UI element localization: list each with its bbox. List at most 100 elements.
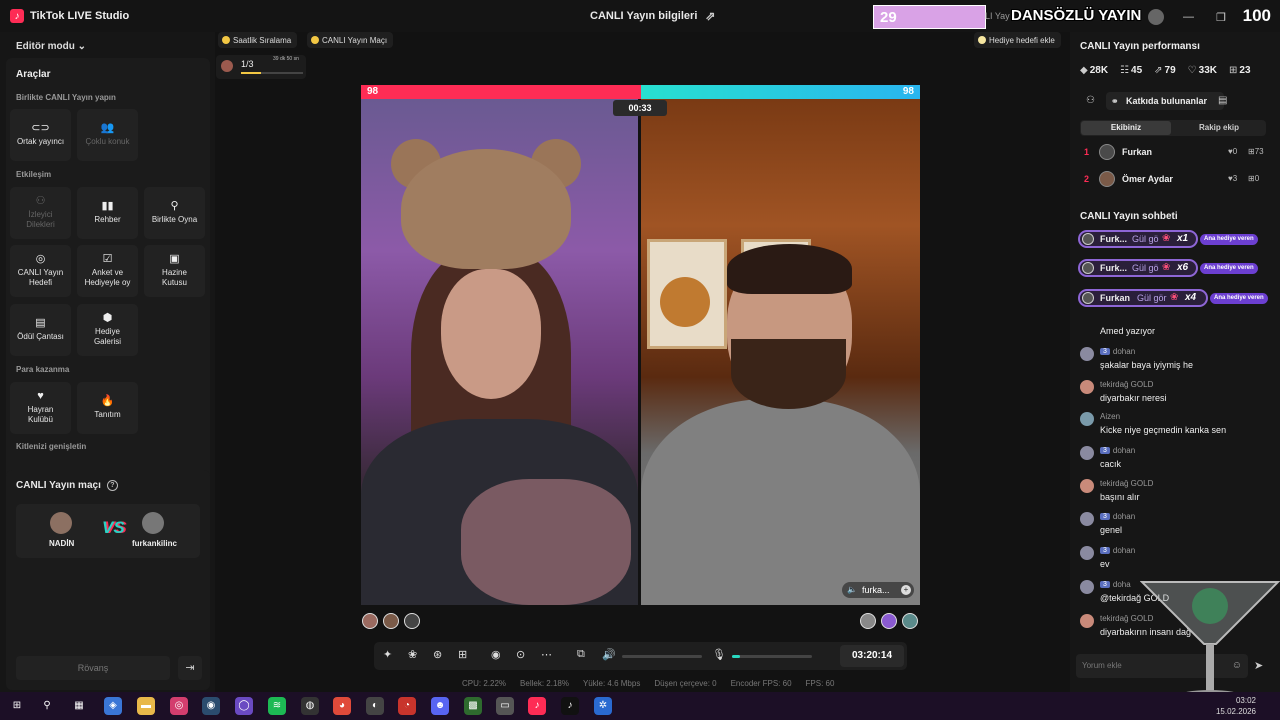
goal-avatar	[221, 60, 233, 72]
tiktok-icon[interactable]: ♪	[561, 697, 579, 715]
emoji-icon[interactable]: ☺	[1232, 654, 1242, 678]
effects-icon[interactable]: ❀	[408, 648, 417, 661]
goal-widget[interactable]: 1/3 39 dk 50 sn	[216, 55, 306, 79]
task-view-icon[interactable]: ▦	[70, 697, 88, 715]
volume-slider[interactable]	[622, 655, 702, 658]
volume-icon[interactable]: 🔊	[602, 648, 616, 661]
left-supporter-avatar[interactable]	[362, 613, 378, 629]
shares-value: 79	[1164, 65, 1176, 76]
exit-match-icon[interactable]: ⇥	[178, 656, 202, 680]
live-info-button[interactable]: CANLI Yayın bilgileri ⇗	[590, 9, 715, 23]
mixer-icon[interactable]: ⧉	[577, 648, 585, 661]
settings-circle-icon[interactable]: ⊙	[516, 648, 525, 661]
mic-slider[interactable]	[732, 655, 812, 658]
comment-input[interactable]: Yorum ekle ☺	[1076, 654, 1248, 678]
rank-row[interactable]: 1 Furkan ♥0 ⊞73	[1080, 143, 1270, 163]
tab-your-team[interactable]: Ekibiniz	[1081, 121, 1171, 135]
spotify-icon[interactable]: ≋	[268, 697, 286, 715]
heart-icon: ♥	[37, 390, 44, 402]
tool-multi-guest[interactable]: 👥 Çoklu konuk	[77, 109, 138, 161]
tool-treasure[interactable]: ▣ Hazine Kutusu	[144, 245, 205, 297]
tool-label-1: Anket ve	[91, 268, 124, 277]
app-icon[interactable]: ▭	[496, 697, 514, 715]
editor-mode-dropdown[interactable]: Editör modu ⌄	[16, 41, 86, 52]
instagram-icon[interactable]: ◎	[170, 697, 188, 715]
app-icon[interactable]: ✲	[594, 697, 612, 715]
right-supporter-avatar[interactable]	[902, 613, 918, 629]
plus-icon[interactable]: +	[901, 585, 911, 595]
file-explorer-icon[interactable]: ▬	[137, 697, 155, 715]
face-shape	[441, 269, 541, 399]
app-icon[interactable]: ◔	[398, 697, 416, 715]
minecraft-icon[interactable]: ▩	[464, 697, 482, 715]
tool-label-2: Dilekleri	[26, 220, 55, 229]
tool-co-host[interactable]: ⊂⊃ Ortak yayıncı	[10, 109, 71, 161]
steam-icon[interactable]: ◉	[202, 697, 220, 715]
tab-rival-team[interactable]: Rakip ekip	[1174, 121, 1264, 135]
list-icon[interactable]: ▤	[1218, 95, 1227, 106]
app-icon[interactable]: ◍	[301, 697, 319, 715]
gift-message[interactable]: Furk... Gül gö ❀ x1	[1078, 230, 1198, 248]
layout-icon[interactable]: ⊞	[458, 648, 467, 661]
chrome-icon[interactable]: ◕	[333, 697, 351, 715]
record-icon[interactable]: ◉	[491, 648, 501, 661]
chip-label: CANLI Yayın Maçı	[322, 35, 388, 45]
hair-shape	[727, 244, 852, 294]
gift-avatar	[1082, 292, 1094, 304]
tool-fan-club[interactable]: ♥ Hayran Kulübü	[10, 382, 71, 434]
gift-user: Furk...	[1100, 234, 1128, 244]
rose-icon: ❀	[1162, 262, 1171, 273]
tool-viewer-requests[interactable]: ⚇ İzleyici Dilekleri	[10, 187, 71, 239]
chip-label: Hediye hedefi ekle	[989, 35, 1055, 45]
gift-count: x1	[1177, 233, 1189, 244]
match-versus[interactable]: NADİN VS furkankilinc	[16, 504, 200, 558]
mic-icon[interactable]: 🎙	[712, 648, 726, 661]
live-match-chip[interactable]: CANLI Yayın Maçı	[307, 32, 394, 48]
contributors-button[interactable]: ⚭ Katkıda bulunanlar	[1106, 92, 1224, 110]
tool-gift-gallery[interactable]: ⬢ Hediye Galerisi	[77, 304, 138, 356]
gift-message[interactable]: Furk... Gül gö ❀ x6	[1078, 259, 1198, 277]
tool-live-goal[interactable]: ◎ CANLI Yayın Hedefi	[10, 245, 71, 297]
tiktok-live-icon[interactable]: ♪	[528, 697, 546, 715]
hearts-value: 0	[1232, 147, 1238, 156]
windows-start-icon[interactable]: ⊞	[8, 697, 26, 715]
rematch-button[interactable]: Rövanş	[16, 656, 170, 680]
gift-message[interactable]: Furkan Gül gör ❀ x4	[1078, 289, 1208, 307]
tool-play-together[interactable]: ⚲ Birlikte Oyna	[144, 187, 205, 239]
tool-guide[interactable]: ▮▮ Rehber	[77, 187, 138, 239]
tool-promo[interactable]: 🔥 Tanıtım	[77, 382, 138, 434]
chat-title: CANLI Yayın sohbeti	[1080, 211, 1178, 222]
right-supporter-avatar[interactable]	[881, 613, 897, 629]
opponent-name-tag[interactable]: 🔈 furka... +	[842, 582, 914, 598]
magic-wand-icon[interactable]: ✦	[383, 648, 392, 661]
discord-icon[interactable]: ☻	[431, 697, 449, 715]
app-icon[interactable]: ◐	[366, 697, 384, 715]
hourly-ranking-chip[interactable]: Saatlik Sıralama	[218, 32, 298, 48]
help-icon[interactable]: ?	[106, 480, 118, 491]
upload-stat: Yükle: 4.6 Mbps	[582, 679, 641, 688]
level-badge: 3	[1100, 581, 1110, 588]
joystick-icon: ⚲	[170, 200, 179, 212]
share-icon: ⇗	[705, 9, 716, 23]
rank-row[interactable]: 2 Ömer Aydar ♥3 ⊞0	[1080, 170, 1270, 190]
search-icon[interactable]: ⚲	[38, 697, 56, 715]
camera-effects-icon[interactable]: ⊛	[433, 648, 442, 661]
left-supporter-avatar[interactable]	[404, 613, 420, 629]
add-user-icon[interactable]: ⚇	[1086, 95, 1095, 106]
taskbar: ⊞ ⚲ ▦ ◈ ▬ ◎ ◉ ◯ ≋ ◍ ◕ ◐ ◔ ☻ ▩ ▭ ♪ ♪ ✲ 03…	[0, 692, 1280, 720]
maximize-icon[interactable]: ❐	[1216, 11, 1226, 24]
score-left: 98	[361, 85, 641, 99]
memory-stat: Bellek: 2.18%	[520, 679, 569, 688]
right-supporter-avatar[interactable]	[860, 613, 876, 629]
minimize-icon[interactable]: —	[1183, 11, 1194, 24]
send-icon[interactable]: ➤	[1254, 659, 1263, 672]
tool-reward-bag[interactable]: ▤ Ödül Çantası	[10, 304, 71, 356]
app-icon[interactable]: ◯	[235, 697, 253, 715]
chat-text: genel	[1100, 525, 1123, 535]
more-icon[interactable]: ⋯	[541, 648, 552, 661]
left-supporter-avatar[interactable]	[383, 613, 399, 629]
add-gift-goal-chip[interactable]: Hediye hedefi ekle	[974, 32, 1061, 48]
copilot-icon[interactable]: ◈	[104, 697, 122, 715]
tool-poll[interactable]: ☑ Anket ve Hediyeyle oy	[77, 245, 138, 297]
tool-label-2: Hediyeyle oy	[84, 278, 131, 287]
